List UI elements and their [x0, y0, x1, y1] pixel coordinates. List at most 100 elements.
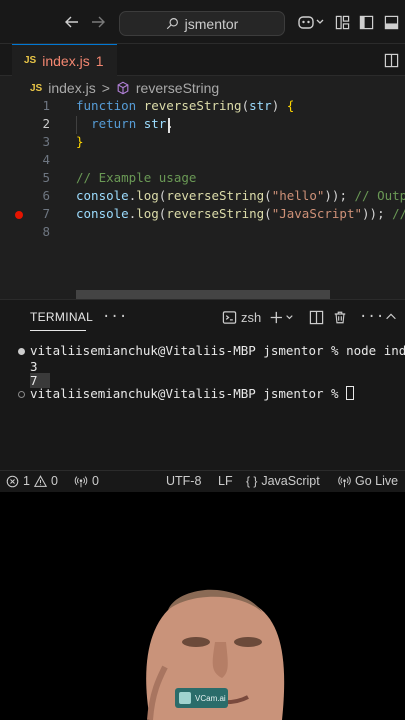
breadcrumb-separator: > [101, 80, 110, 96]
forward-arrow-icon[interactable] [88, 12, 108, 32]
language-selector[interactable]: { } JavaScript [246, 474, 320, 488]
code-token: )); [362, 206, 385, 221]
warning-count: 0 [50, 474, 58, 488]
broadcast-icon [338, 475, 351, 487]
code-token: ( [241, 98, 250, 113]
code-token: reverseString [166, 206, 265, 221]
code-token: )); [324, 188, 347, 203]
panel-header: TERMINAL ··· zsh ··· [0, 300, 405, 334]
trash-icon[interactable] [333, 308, 347, 326]
code-token: console [76, 206, 129, 221]
title-bar: jsmentor [0, 0, 405, 44]
vcam-label: VCam.ai [195, 693, 226, 703]
line-number: 1 [42, 98, 50, 113]
error-icon [6, 475, 19, 487]
go-live-label: Go Live [355, 474, 399, 488]
terminal-prompt-line[interactable]: vitaliisemianchuk@Vitaliis-MBP jsmentor … [30, 386, 355, 401]
terminal-shell-selector[interactable]: zsh [222, 308, 261, 326]
error-count: 1 [23, 474, 30, 488]
code-line[interactable]: 8 [0, 224, 405, 242]
code-token: reverseString [166, 188, 265, 203]
layout-icon[interactable] [332, 12, 352, 32]
code-text: function reverseString(str) { [76, 98, 294, 113]
code-token: str [249, 98, 272, 113]
line-number: 4 [42, 152, 50, 167]
editor-tab-bar: JS index.js 1 [0, 44, 405, 76]
search-icon [166, 18, 178, 30]
vcam-watermark: VCam.ai [175, 688, 228, 708]
js-file-icon: JS [24, 55, 37, 66]
breadcrumb: JS index.js > reverseString [30, 78, 219, 98]
presenter-face-image [146, 589, 285, 720]
code-text: // Example usage [76, 170, 196, 185]
code-token: } [76, 134, 84, 149]
prompt-text: vitaliisemianchuk@Vitaliis-MBP jsmentor … [30, 386, 347, 401]
code-line[interactable]: 3} [0, 134, 405, 152]
vcam-logo-icon [179, 692, 191, 704]
code-text: return str. [76, 116, 174, 131]
split-terminal-icon[interactable] [309, 308, 324, 326]
indent-guide [76, 116, 77, 134]
code-token: log [136, 206, 159, 221]
panel-icon[interactable] [381, 12, 401, 32]
code-token: reverseString [143, 98, 242, 113]
code-token: function [76, 98, 144, 113]
broadcast-icon [74, 475, 88, 487]
code-token: console [76, 188, 129, 203]
chevron-up-icon[interactable] [384, 308, 398, 326]
code-line[interactable]: 4 [0, 152, 405, 170]
tab-filename: index.js [42, 52, 90, 69]
more-actions-icon[interactable]: ··· [102, 308, 127, 326]
eol-label: LF [218, 474, 233, 488]
code-token: { [286, 98, 295, 113]
encoding-selector[interactable]: UTF-8 [166, 474, 201, 488]
code-token: "hello" [271, 188, 325, 203]
code-token: ) [271, 98, 287, 113]
code-token: ( [264, 188, 272, 203]
encoding-label: UTF-8 [166, 474, 202, 488]
symbol-method-icon [117, 81, 129, 95]
breadcrumb-symbol[interactable]: reverseString [136, 80, 219, 96]
prompt-status-dot [18, 391, 25, 398]
code-editor[interactable]: 1 function reverseString(str) {2 return s… [0, 98, 405, 298]
code-line[interactable]: 1 function reverseString(str) { [0, 98, 405, 116]
command-center-search[interactable]: jsmentor [119, 11, 285, 36]
code-token: "JavaScript" [271, 206, 363, 221]
vscode-window: jsmentor JS index.js 1 JS index.js > rev… [0, 0, 405, 492]
status-bar: 1 0 0 UTF-8 LF { } JavaScript Go Live [0, 470, 405, 492]
new-terminal-icon[interactable] [268, 308, 294, 326]
search-text: jsmentor [184, 15, 239, 32]
terminal-cursor [346, 386, 355, 400]
copilot-icon[interactable] [296, 12, 326, 32]
ports-indicator[interactable]: 0 [74, 474, 99, 488]
tab-terminal[interactable]: TERMINAL [30, 310, 93, 324]
code-text: console.log(reverseString("hello")); // … [76, 188, 405, 203]
code-text: console.log(reverseString("JavaScript"))… [76, 206, 405, 221]
js-file-icon: JS [30, 82, 43, 94]
split-editor-icon[interactable] [381, 50, 401, 70]
tab-index-js[interactable]: JS index.js 1 [12, 44, 117, 76]
sidebar-icon[interactable] [356, 12, 376, 32]
line-number: 5 [42, 170, 50, 185]
active-tab-indicator [30, 330, 86, 331]
breakpoint-dot[interactable] [15, 211, 23, 219]
back-arrow-icon[interactable] [62, 12, 82, 32]
code-line[interactable]: 5 // Example usage [0, 170, 405, 188]
code-token: // Example usage [76, 170, 197, 185]
eol-selector[interactable]: LF [218, 474, 233, 488]
terminal-panel: TERMINAL ··· zsh ··· vitaliisemianchuk@V… [0, 299, 405, 470]
horizontal-scrollbar[interactable] [76, 290, 330, 299]
text-cursor [168, 118, 170, 133]
ports-count: 0 [92, 474, 99, 488]
more-actions-icon[interactable]: ··· [359, 308, 384, 326]
breadcrumb-file[interactable]: index.js [48, 80, 95, 96]
line-number: 8 [42, 224, 50, 239]
code-line[interactable]: 6 console.log(reverseString("hello")); //… [0, 188, 405, 206]
problems-indicator[interactable]: 1 0 [6, 474, 58, 488]
go-live-button[interactable]: Go Live [338, 474, 398, 488]
code-token: // Output: "tpircSavaJ" [392, 206, 405, 221]
code-line[interactable]: 7 console.log(reverseString("JavaScript")… [0, 206, 405, 224]
code-line[interactable]: 2 return str. [0, 116, 405, 134]
terminal-output-line: 3 [30, 359, 38, 374]
